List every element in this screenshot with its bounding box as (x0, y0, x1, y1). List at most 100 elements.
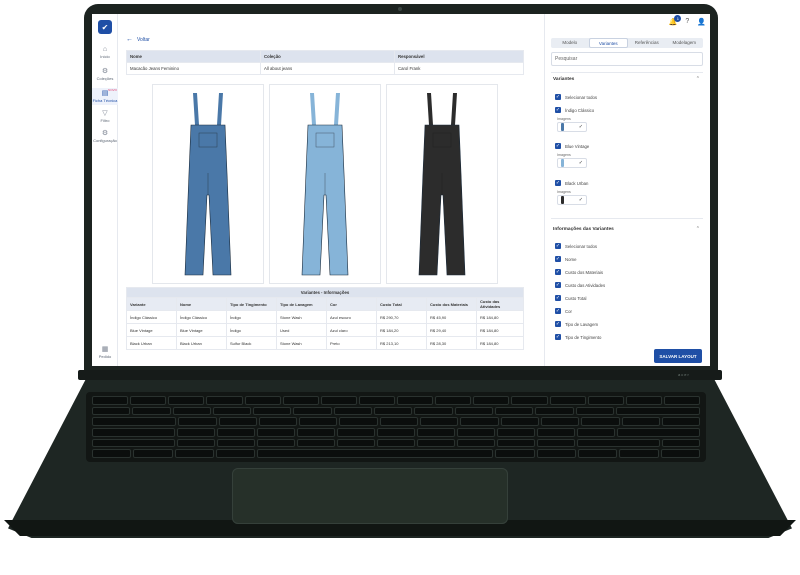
table-cell: Sulfur Black (226, 336, 277, 350)
checkbox-checked-icon: ✓ (555, 308, 561, 314)
checkbox-checked-icon: ✓ (555, 94, 561, 100)
table-row: Macacão Jeans Feminino All about jeans C… (126, 62, 524, 75)
sidebar-item-configuracao[interactable]: ⚙ Configuração (92, 130, 118, 143)
info-checkbox[interactable]: ✓ Custo das Atividades (555, 282, 605, 288)
order-icon: ▦ (101, 346, 109, 353)
checkbox-checked-icon: ✓ (555, 321, 561, 327)
variantes-section-title: Variantes (553, 77, 575, 82)
app-window: ✔ ⌂ Início ⚙ Coleções NOVO ▤ Ficha Técni… (92, 14, 710, 366)
home-icon: ⌂ (102, 46, 108, 53)
image-label: Imagens (557, 190, 571, 194)
header-cell: Coleção (260, 50, 395, 63)
overalls-thumbnail (561, 159, 564, 167)
info-checkbox[interactable]: ✓ Cor (555, 308, 572, 314)
select-all-info[interactable]: ✓ Selecionar todos (555, 243, 597, 249)
check-icon: ✓ (578, 160, 583, 166)
panel-tabs: Modelo Variantes Referências Modelagem (551, 38, 703, 48)
info-checkbox[interactable]: ✓ Tipo de Lavagem (555, 321, 598, 327)
image-selector[interactable]: ✓ (557, 122, 587, 132)
overalls-image (301, 93, 349, 276)
sidebar: ✔ ⌂ Início ⚙ Coleções NOVO ▤ Ficha Técni… (92, 14, 118, 366)
search-input[interactable] (551, 52, 703, 66)
image-label: Imagens (557, 153, 571, 157)
table-cell: Índigo Clássico (176, 310, 227, 324)
variant-checkbox[interactable]: ✓ Black Urban (555, 180, 588, 186)
back-button[interactable]: ← Voltar (126, 36, 150, 43)
info-checkbox[interactable]: ✓ Custo dos Materiais (555, 269, 603, 275)
info-checkbox[interactable]: ✓ Nome (555, 256, 576, 262)
variant-checkbox[interactable]: ✓ Índigo Clássico (555, 107, 594, 113)
table-cell: R$ 213,10 (376, 336, 427, 350)
header-cell: Custo Total (376, 297, 427, 311)
tab-referencias[interactable]: Referências (628, 38, 666, 48)
tab-modelo[interactable]: Modelo (551, 38, 589, 48)
header-cell: Tipo de Tingimento (226, 297, 277, 311)
table-cell: Used (276, 323, 327, 337)
select-all-variants[interactable]: ✓ Selecionar todos (555, 94, 597, 100)
table-cell: Black Urban (176, 336, 227, 350)
table-cell: Macacão Jeans Feminino (126, 62, 261, 75)
header-cell: Nome (126, 50, 261, 63)
sidebar-item-ficha-tecnica[interactable]: NOVO ▤ Ficha Técnica (92, 88, 118, 105)
sidebar-item-pedido[interactable]: ▦ Pedido (92, 346, 118, 359)
table-cell: Azul escuro (326, 310, 377, 324)
variant-image-card[interactable] (386, 84, 498, 284)
overalls-image (418, 93, 466, 276)
save-layout-button[interactable]: SALVAR LAYOUT (654, 349, 702, 363)
table-cell: R$ 184,80 (476, 310, 524, 324)
tab-modelagem[interactable]: Modelagem (666, 38, 704, 48)
image-label: Imagens (557, 117, 571, 121)
checkbox-checked-icon: ✓ (555, 107, 561, 113)
image-selector[interactable]: ✓ (557, 158, 587, 168)
header-cell: Tipo de Lavagem (276, 297, 327, 311)
checkbox-checked-icon: ✓ (555, 243, 561, 249)
sidebar-item-filtro[interactable]: ▽ Filtro (92, 110, 118, 123)
variants-info-table: Variantes - Informações Variante Nome Ti… (126, 287, 524, 350)
overalls-image (184, 93, 232, 276)
sidebar-item-colecoes[interactable]: ⚙ Coleções (92, 68, 118, 81)
header-cell: Custo das Atividades (476, 297, 524, 311)
chevron-up-icon[interactable]: ⌃ (696, 76, 700, 82)
gear-icon: ⚙ (101, 130, 109, 137)
table-cell: R$ 45,90 (426, 310, 477, 324)
arrow-left-icon: ← (126, 36, 133, 43)
variant-checkbox[interactable]: ✓ Blue Vintage (555, 143, 589, 149)
divider (551, 72, 703, 73)
app-logo[interactable]: ✔ (98, 20, 112, 34)
table-cell: Blue Vintage (126, 323, 177, 337)
table-cell: All about jeans (260, 62, 395, 75)
table-cell: Índigo (226, 323, 277, 337)
table-cell: Preto (326, 336, 377, 350)
table-header-row: Variante Nome Tipo de Tingimento Tipo de… (126, 297, 524, 311)
variant-image-card[interactable] (269, 84, 381, 284)
chevron-up-icon[interactable]: ⌃ (696, 226, 700, 232)
info-checkbox[interactable]: ✓ Tipo de Tingimento (555, 334, 601, 340)
tab-variantes[interactable]: Variantes (588, 38, 628, 48)
checkbox-checked-icon: ✓ (555, 295, 561, 301)
table-row: Blue Vintage Blue Vintage Índigo Used Az… (126, 323, 524, 337)
touchpad[interactable] (232, 468, 508, 524)
sidebar-item-inicio[interactable]: ⌂ Início (92, 46, 118, 59)
table-cell: R$ 184,80 (476, 323, 524, 337)
checkbox-checked-icon: ✓ (555, 256, 561, 262)
avatar[interactable]: 👤 (697, 18, 706, 26)
table-row: Black Urban Black Urban Sulfur Black Sto… (126, 336, 524, 350)
help-icon[interactable]: ? (685, 18, 689, 26)
divider (551, 218, 703, 219)
header-cell: Variante (126, 297, 177, 311)
info-checkbox[interactable]: ✓ Custo Total (555, 295, 586, 301)
info-section-title: Informações das Variantes (553, 227, 614, 232)
webcam-icon (398, 7, 402, 11)
checkbox-checked-icon: ✓ (555, 282, 561, 288)
variant-image-card[interactable] (152, 84, 264, 284)
main-content: ← Voltar Nome Coleção Responsável Macacã… (118, 14, 536, 366)
bell-icon[interactable]: 🔔 1 (669, 15, 682, 26)
table-cell: Black Urban (126, 336, 177, 350)
check-icon: ✓ (578, 124, 583, 130)
table-cell: Índigo (226, 310, 277, 324)
top-icons: 🔔 1 ? 👤 (669, 15, 706, 26)
overalls-thumbnail (561, 123, 564, 131)
image-selector[interactable]: ✓ (557, 195, 587, 205)
table-cell: R$ 29,40 (426, 323, 477, 337)
table-cell: Carol Frank (394, 62, 524, 75)
